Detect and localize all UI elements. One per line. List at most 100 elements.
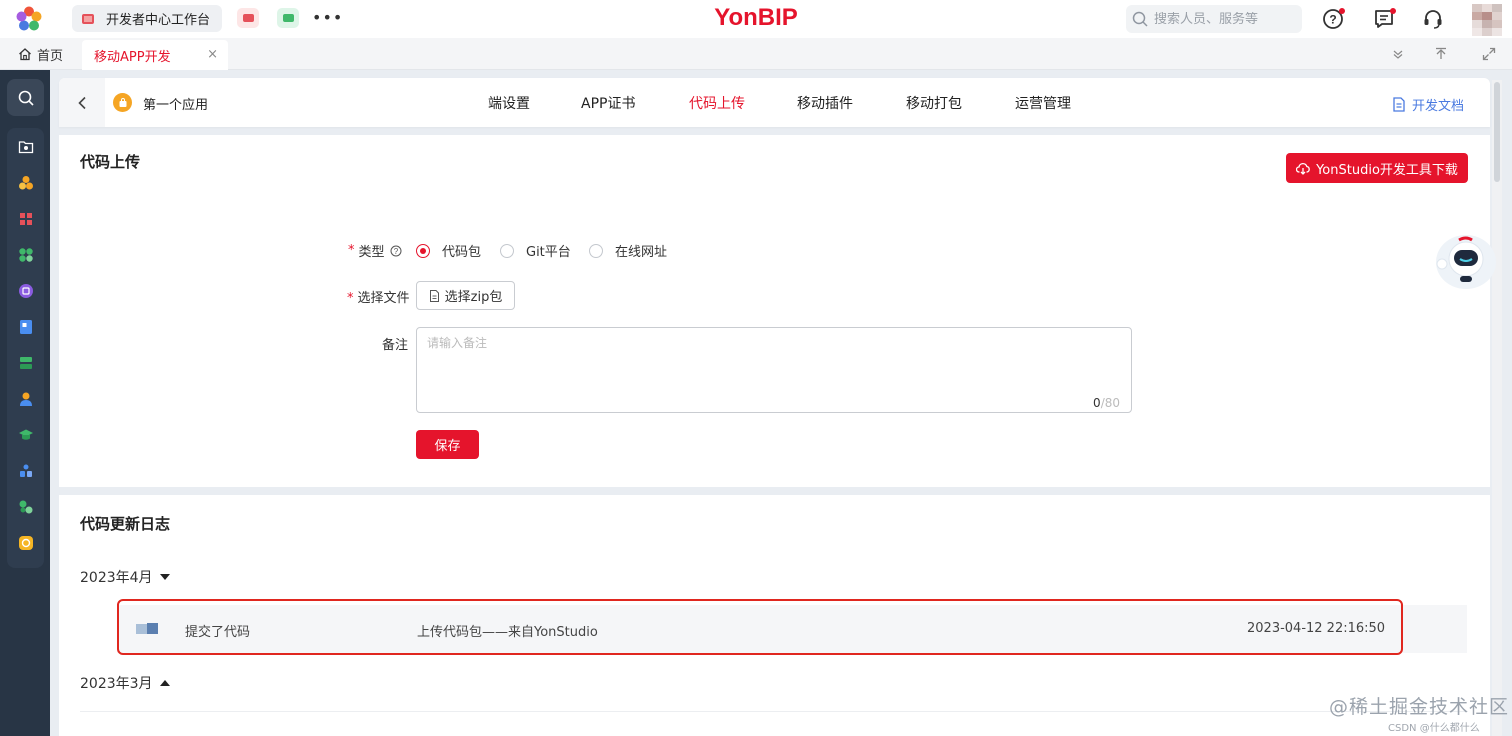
required-mark: * [348, 243, 355, 258]
rail-item-documents[interactable] [7, 314, 44, 340]
rail-item-ecosystem[interactable] [7, 494, 44, 520]
remark-input[interactable] [417, 328, 1131, 412]
type-option-code-package-label: 代码包 [442, 245, 482, 260]
highlight-annotation-box [117, 599, 1403, 655]
rail-item-widgets[interactable] [7, 242, 44, 268]
tab-mobile-plugins[interactable]: 移动插件 [781, 78, 890, 127]
dev-docs-label: 开发文档 [1411, 99, 1464, 114]
hexagon-badge-icon [18, 536, 33, 550]
fullscreen-icon [1482, 47, 1496, 61]
type-label-text: 类型 [358, 245, 385, 260]
home-icon [19, 48, 31, 61]
stack-green-icon [19, 357, 32, 369]
remark-char-counter: 0/80 [1093, 396, 1120, 410]
month-group-march[interactable]: 2023年3月 [80, 673, 170, 693]
radio-code-package [416, 243, 430, 258]
type-option-online-url[interactable]: 在线网址 [589, 241, 667, 260]
fullscreen-button[interactable] [1479, 44, 1499, 64]
yonstudio-download-button[interactable]: YonStudio开发工具下载 [1286, 153, 1468, 183]
mini-tab-1[interactable] [237, 8, 259, 28]
question-circle-icon[interactable]: ? [390, 245, 402, 257]
remark-field: 0/80 [416, 327, 1132, 413]
chevron-left-icon [78, 96, 86, 109]
rail-app-list [7, 128, 44, 568]
pin-top-button[interactable] [1431, 44, 1451, 64]
global-search[interactable] [1126, 5, 1302, 33]
code-upload-title: 代码上传 [80, 153, 141, 171]
home-tab[interactable]: 首页 [18, 38, 63, 70]
tab-code-upload[interactable]: 代码上传 [672, 78, 781, 127]
rail-item-approval[interactable] [7, 278, 44, 304]
top-bar: 开发者中心工作台 ••• YonBIP ? [0, 0, 1512, 38]
rail-item-favorites[interactable] [7, 134, 44, 160]
chevron-double-down-icon [1393, 50, 1403, 59]
rail-item-data[interactable] [7, 350, 44, 376]
app-launcher-logo-icon[interactable] [16, 6, 42, 32]
help-button[interactable]: ? [1320, 6, 1346, 32]
user-avatar[interactable] [1472, 4, 1502, 36]
back-button[interactable] [59, 78, 105, 127]
tab-list-button[interactable] [1388, 44, 1408, 64]
type-option-git-label: Git平台 [526, 245, 571, 260]
workbench-tab[interactable]: 开发者中心工作台 [72, 5, 222, 32]
rail-item-badge[interactable] [7, 530, 44, 556]
radio-online-url [589, 243, 603, 258]
dev-docs-link[interactable]: 开发文档 [1392, 95, 1464, 114]
document-blue-icon [19, 320, 32, 334]
remark-label: 备注 [382, 338, 409, 353]
tab-app-certificate[interactable]: APP证书 [563, 78, 672, 127]
app-bag-icon [119, 97, 126, 107]
upload-arrow-icon [1436, 47, 1446, 59]
search-icon [1132, 11, 1148, 27]
cluster-icon [18, 176, 33, 190]
tab-client-settings[interactable]: 端设置 [469, 78, 563, 127]
team-icon [19, 464, 32, 477]
type-option-code-package[interactable]: 代码包 [416, 241, 481, 260]
type-option-git[interactable]: Git平台 [500, 241, 571, 260]
save-button[interactable]: 保存 [416, 430, 479, 459]
rail-item-modules[interactable] [7, 206, 44, 232]
messages-notification-dot [1390, 8, 1396, 14]
assistant-robot-icon[interactable] [1432, 232, 1498, 292]
grid-icon [19, 213, 32, 225]
juejin-watermark: @稀土掘金技术社区 [1329, 696, 1510, 718]
rail-item-learning[interactable] [7, 422, 44, 448]
help-notification-dot [1339, 8, 1345, 14]
left-rail [0, 70, 50, 736]
support-button[interactable] [1420, 6, 1446, 32]
rail-item-apps[interactable] [7, 170, 44, 196]
month-label-march: 2023年3月 [80, 676, 153, 692]
workbench-tab-label: 开发者中心工作台 [106, 13, 211, 28]
choose-zip-button[interactable]: 选择zip包 [416, 281, 515, 310]
caret-down-icon [159, 574, 170, 580]
type-label: * 类型 ? [348, 241, 402, 260]
csdn-watermark: CSDN @什么都什么 [1388, 723, 1480, 734]
rail-search-button[interactable] [7, 79, 44, 116]
caret-up-icon [159, 680, 170, 686]
more-tabs-button[interactable]: ••• [312, 8, 343, 28]
code-log-section: 代码更新日志 2023年4月 提交了代码 上传代码包——来自YonStudio … [59, 495, 1490, 736]
home-tab-label: 首页 [37, 48, 64, 64]
page-scrollbar-thumb[interactable] [1494, 82, 1500, 182]
file-label-text: 选择文件 [357, 291, 410, 306]
tab-mobile-packaging[interactable]: 移动打包 [890, 78, 999, 127]
search-icon [18, 90, 34, 106]
file-label: * 选择文件 [347, 287, 410, 306]
month-label-april: 2023年4月 [80, 570, 153, 586]
mobile-app-dev-tab[interactable]: 移动APP开发 × [82, 40, 228, 70]
month-group-april[interactable]: 2023年4月 [80, 567, 170, 587]
mini-tab-2[interactable] [277, 8, 299, 28]
rail-item-org[interactable] [7, 458, 44, 484]
leaf-cluster-icon [19, 500, 32, 514]
code-log-title: 代码更新日志 [80, 515, 171, 533]
close-tab-button[interactable]: × [207, 47, 218, 62]
messages-button[interactable] [1371, 6, 1397, 32]
remark-char-count: 0 [1093, 396, 1101, 410]
rail-item-users[interactable] [7, 386, 44, 412]
mini-tab-1-icon [242, 14, 254, 22]
global-search-input[interactable] [1154, 11, 1294, 27]
log-divider [80, 711, 1468, 712]
mobile-app-dev-tab-label: 移动APP开发 [94, 49, 171, 65]
tab-operations[interactable]: 运营管理 [999, 78, 1099, 127]
app-header: 第一个应用 端设置 APP证书 代码上传 移动插件 移动打包 运营管理 开发文档 [59, 78, 1490, 127]
